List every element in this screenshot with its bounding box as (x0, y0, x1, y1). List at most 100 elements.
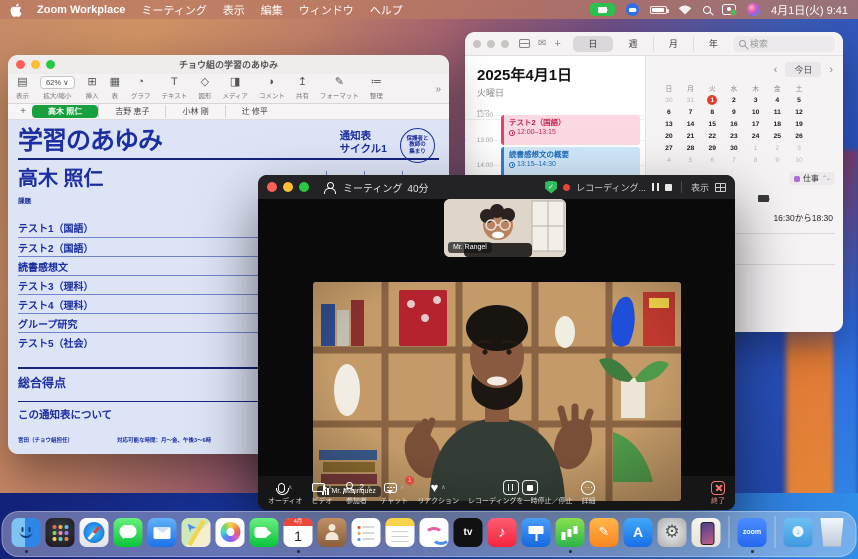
mini-calendar-day[interactable]: 31 (680, 94, 702, 106)
toolbar-overflow-button[interactable]: » (435, 84, 441, 95)
mini-calendar-day[interactable]: 30 (658, 94, 680, 106)
menu-bar-clock[interactable]: 4月1日(火) 9:41 (771, 2, 848, 18)
dock-item-music[interactable]: ♪ (488, 518, 517, 547)
mini-calendar-day[interactable]: 30 (723, 142, 745, 154)
mini-calendar-day[interactable]: 5 (680, 154, 702, 166)
apple-menu-icon[interactable] (10, 3, 23, 17)
mini-calendar-day[interactable]: 3 (745, 94, 767, 106)
close-button[interactable] (267, 182, 277, 192)
mini-calendar-day[interactable]: 24 (745, 130, 767, 142)
mini-calendar-day[interactable]: 7 (723, 154, 745, 166)
sheet-tab-2[interactable]: 小林 剛 (165, 105, 224, 118)
menu-item-1[interactable]: 表示 (223, 2, 245, 18)
mini-calendar-day[interactable]: 28 (680, 142, 702, 154)
dock-item-keynote[interactable] (522, 518, 551, 547)
close-button[interactable] (473, 40, 481, 48)
dock-item-settings[interactable]: ⚙ (658, 518, 687, 547)
dock-item-contacts[interactable] (318, 518, 347, 547)
inbox-icon[interactable]: ✉ (538, 39, 546, 49)
chevron-up-icon[interactable]: ∧ (367, 484, 371, 491)
mini-calendar-day[interactable]: 18 (766, 118, 788, 130)
minimize-button[interactable] (283, 182, 293, 192)
dock-item-photos[interactable] (216, 518, 245, 547)
mini-calendar-day[interactable]: 6 (701, 154, 723, 166)
numbers-titlebar[interactable]: チョウ組の学習のあゆみ (8, 55, 449, 74)
menu-item-4[interactable]: ヘルプ (370, 2, 403, 18)
dock-item-calendar[interactable]: 4月1 (284, 518, 313, 547)
mini-calendar-day[interactable]: 27 (658, 142, 680, 154)
mini-calendar-day[interactable]: 2 (723, 94, 745, 106)
sheet-tab-3[interactable]: 辻 修平 (225, 105, 284, 118)
numbers-tool-comment[interactable]: ◗コメント (259, 76, 285, 100)
mini-calendar-day[interactable]: 9 (723, 106, 745, 118)
numbers-tool-share[interactable]: ↥共有 (296, 76, 309, 100)
dock-item-maps[interactable] (182, 518, 211, 547)
view-tab-年[interactable]: 年 (693, 36, 733, 52)
wifi-icon[interactable] (678, 5, 692, 15)
mini-calendar-day[interactable]: 7 (680, 106, 702, 118)
participant-thumbnail-video[interactable]: Mr. Rangel (444, 199, 566, 257)
active-app-name[interactable]: Zoom Workplace (37, 4, 125, 16)
sheet-tab-0[interactable]: 高木 照仁 (32, 105, 98, 118)
active-speaker-video[interactable]: Mr. Manriquez (313, 282, 681, 501)
siri-icon[interactable] (747, 3, 760, 16)
battery-icon[interactable] (650, 6, 667, 14)
dock-item-mail[interactable] (148, 518, 177, 547)
dock-item-reminders[interactable] (352, 518, 381, 547)
mini-calendar-day[interactable]: 11 (766, 106, 788, 118)
mini-calendar-day[interactable]: 12 (788, 106, 810, 118)
mini-calendar-day[interactable]: 10 (788, 154, 810, 166)
mini-calendar-day[interactable]: 4 (766, 94, 788, 106)
mini-calendar-day[interactable]: 1 (701, 94, 723, 106)
mini-calendar-day[interactable]: 8 (745, 154, 767, 166)
mini-calendar-day[interactable]: 20 (658, 130, 680, 142)
mini-calendar-day[interactable]: 6 (658, 106, 680, 118)
user-switch-icon[interactable] (722, 4, 736, 15)
mini-calendar-day[interactable]: 15 (701, 118, 723, 130)
next-day-button[interactable]: › (827, 64, 835, 76)
calendar-event-0[interactable]: テスト2（国語）12:00–13:15 (501, 115, 640, 145)
mini-calendar-day[interactable]: 13 (658, 118, 680, 130)
mini-calendar-day[interactable]: 5 (788, 94, 810, 106)
stop-recording-button[interactable] (522, 480, 538, 495)
mini-calendar-day[interactable]: 21 (680, 130, 702, 142)
zoom-button[interactable] (501, 40, 509, 48)
view-tab-週[interactable]: 週 (613, 36, 653, 52)
calendar-titlebar[interactable]: ✉ + 日週月年 検索 (465, 32, 843, 56)
add-sheet-button[interactable]: + (14, 106, 32, 117)
view-button[interactable]: 表示 (691, 181, 709, 194)
zoom-control-recording-pause-stop[interactable]: レコーディングを一時停止／停止 (468, 480, 573, 506)
mini-calendar-day[interactable]: 22 (701, 130, 723, 142)
view-tab-日[interactable]: 日 (573, 36, 613, 52)
numbers-tool-format[interactable]: ✎フォーマット (320, 76, 359, 100)
numbers-tool-text[interactable]: Tテキスト (162, 76, 188, 100)
sheet-tab-1[interactable]: 吉野 恵子 (98, 105, 165, 118)
numbers-tool-view[interactable]: ▤表示 (16, 76, 29, 100)
numbers-tool-organize[interactable]: ≔整理 (370, 76, 383, 100)
mini-calendar-day[interactable]: 23 (723, 130, 745, 142)
mini-calendar-day[interactable]: 2 (766, 142, 788, 154)
zoom-control-chat[interactable]: 1∧チャット (380, 480, 408, 506)
zoom-control-reactions[interactable]: ♥∧リアクション (417, 480, 459, 506)
camera-in-use-indicator[interactable] (590, 3, 615, 16)
mini-calendar[interactable]: 日月火水木金土303112345678910111213141516171819… (658, 82, 810, 166)
today-button[interactable]: 今日 (785, 62, 821, 77)
dock-item-freeform[interactable] (420, 518, 449, 547)
calendar-picker[interactable]: 仕事 ⌃⌄ (789, 172, 835, 185)
dock-item-notes[interactable] (386, 518, 415, 547)
zoom-button[interactable] (299, 182, 309, 192)
mini-calendar-day[interactable]: 10 (745, 106, 767, 118)
mini-calendar-day[interactable]: 3 (788, 142, 810, 154)
dock-item-zoom[interactable]: zoom (738, 518, 767, 547)
dock-item-iphone[interactable] (692, 518, 721, 547)
chevron-up-icon[interactable]: ∧ (288, 484, 292, 491)
mini-calendar-day[interactable]: 14 (680, 118, 702, 130)
menu-item-2[interactable]: 編集 (261, 2, 283, 18)
stop-recording-icon[interactable] (665, 184, 672, 191)
chevron-up-icon[interactable]: ∧ (441, 484, 445, 491)
dock-item-appstore[interactable]: A (624, 518, 653, 547)
dock-item-pages[interactable]: ✎ (590, 518, 619, 547)
dock-item-downloads[interactable] (784, 518, 813, 547)
mini-calendar-day[interactable]: 9 (766, 154, 788, 166)
zoom-control-end[interactable]: 終了 (711, 480, 725, 506)
